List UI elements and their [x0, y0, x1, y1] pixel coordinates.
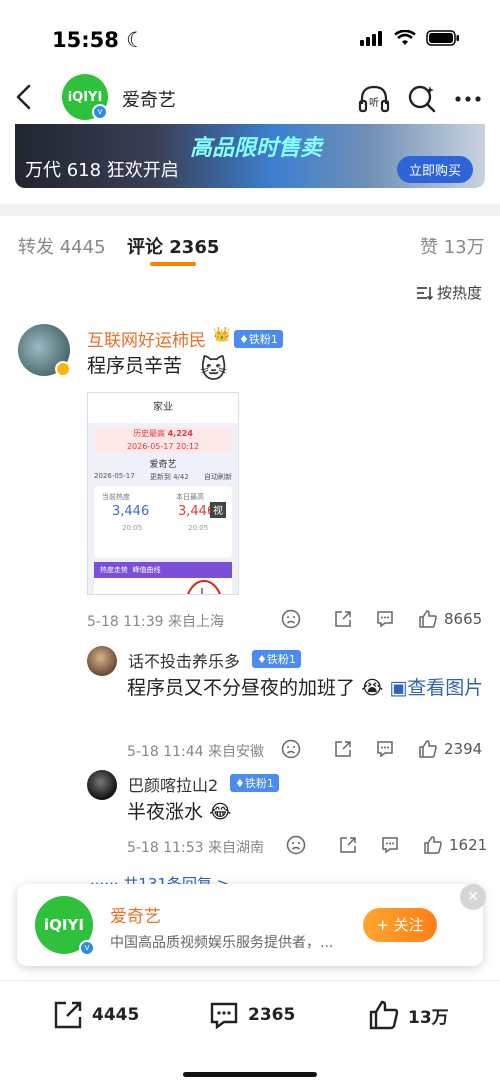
- sort-by-heat-button[interactable]: 按热度: [415, 282, 482, 303]
- banner-left-text: 万代 618 狂欢开启: [25, 160, 179, 181]
- comment-icon: [210, 1002, 238, 1030]
- comment-icon: [382, 837, 398, 854]
- reply-username[interactable]: 巴颜喀拉山2: [128, 772, 218, 796]
- share-button[interactable]: [338, 835, 358, 855]
- reply-content: 程序员又不分昼夜的加班了 😭 ▣查看图片: [127, 677, 484, 699]
- listen-button[interactable]: 听: [357, 82, 391, 116]
- share-icon: [335, 741, 351, 757]
- commenter-name[interactable]: 互联网好运柿民: [87, 326, 206, 351]
- sort-icon: [416, 286, 433, 300]
- home-indicator: [183, 1072, 317, 1077]
- share-icon: [340, 837, 356, 853]
- reply-button[interactable]: [375, 739, 395, 759]
- image-chart-tabs: 热度走势 峰值曲线: [94, 562, 232, 578]
- reply-content: 半夜涨水 😂: [127, 801, 232, 823]
- reply-avatar[interactable]: [87, 770, 117, 800]
- like-count-button[interactable]: 13万: [368, 999, 449, 1031]
- thumbs-up-icon: [419, 740, 437, 758]
- image-page-title: 家业: [88, 393, 238, 423]
- reply-button[interactable]: [380, 835, 400, 855]
- tab-reposts[interactable]: 转发 4445: [18, 233, 106, 259]
- cat-sticker-icon: 🐱: [200, 355, 228, 385]
- tab-likes[interactable]: 赞 13万: [420, 233, 485, 259]
- promo-account-name: 爱奇艺: [110, 907, 161, 927]
- image-record-box: 历史最高 4,224 2026-05-17 20:12: [94, 427, 232, 453]
- crown-icon: 👑: [213, 327, 231, 343]
- more-button[interactable]: [452, 82, 486, 116]
- share-icon: [335, 611, 351, 627]
- share-button[interactable]: [333, 739, 353, 759]
- crying-emoji-icon: 😭: [361, 677, 384, 699]
- status-time: 15:58 ☾: [52, 28, 145, 52]
- dislike-button[interactable]: [286, 835, 306, 855]
- fan-badge: ♦铁粉1: [252, 650, 301, 668]
- promo-banner[interactable]: 万代 618 狂欢开启 高品限时售卖 立即购买: [15, 124, 485, 188]
- thumbs-up-icon: [419, 610, 437, 628]
- close-icon: ✕: [467, 889, 479, 905]
- laughing-emoji-icon: 😂: [209, 801, 232, 823]
- close-promo-button[interactable]: ✕: [460, 884, 486, 910]
- view-image-link[interactable]: ▣查看图片: [389, 677, 483, 699]
- signal-icon: [360, 31, 382, 46]
- search-icon: [408, 85, 436, 113]
- tab-comments[interactable]: 评论 2365: [127, 233, 219, 259]
- more-dots-icon: [455, 96, 481, 102]
- watermark-icon: 视: [210, 502, 226, 518]
- comment-time: 5-18 11:39 来自上海: [87, 614, 225, 630]
- wifi-icon: [394, 30, 416, 45]
- reply-button[interactable]: [375, 609, 395, 629]
- fan-badge: ♦铁粉1: [230, 774, 279, 792]
- comment-image[interactable]: 家业 历史最高 4,224 2026-05-17 20:12 爱奇艺 2026-…: [87, 392, 239, 595]
- banner-middle-text: 高品限时售卖: [190, 136, 323, 161]
- comment-count-button[interactable]: 2365: [208, 999, 295, 1031]
- user-badge-icon: [55, 361, 71, 377]
- reply-avatar[interactable]: [87, 646, 117, 676]
- like-button[interactable]: 8665: [418, 609, 482, 629]
- search-button[interactable]: [405, 82, 439, 116]
- dislike-button[interactable]: [281, 739, 301, 759]
- bottom-action-bar: 4445 2365 13万: [0, 980, 500, 1087]
- comment-content: 程序员辛苦: [87, 355, 183, 377]
- battery-icon: [426, 30, 459, 46]
- repost-icon: [54, 1001, 82, 1029]
- verified-icon: v: [79, 940, 95, 956]
- thumbs-up-icon: [424, 836, 442, 854]
- like-button[interactable]: 2394: [418, 739, 482, 759]
- sad-face-icon: [281, 739, 301, 759]
- image-app-name: 爱奇艺: [149, 460, 177, 470]
- thumbs-up-icon: [369, 1000, 399, 1030]
- image-chart: [94, 578, 232, 594]
- status-icons: [360, 30, 460, 46]
- moon-icon: ☾: [126, 28, 145, 52]
- account-name[interactable]: 爱奇艺: [122, 86, 176, 112]
- comment-icon: [377, 741, 393, 758]
- comment-icon: [377, 611, 393, 628]
- verified-icon: v: [92, 104, 108, 120]
- buy-now-button[interactable]: 立即购买: [396, 156, 473, 183]
- image-stats-card: 当前热度 3,446 20:05 本日最高 3,446 20:05 视: [94, 486, 232, 558]
- share-button[interactable]: [333, 609, 353, 629]
- reply-username[interactable]: 话不投击养乐多: [128, 648, 240, 672]
- sad-face-icon: [281, 609, 301, 629]
- promo-description: 中国高品质视频娱乐服务提供者，...: [110, 935, 334, 951]
- active-tab-indicator: [150, 262, 196, 266]
- chevron-left-icon: [16, 84, 31, 110]
- section-divider: [0, 204, 500, 216]
- like-count: 8665: [444, 610, 483, 628]
- follow-button[interactable]: + 关注: [363, 908, 437, 942]
- follow-promo-card[interactable]: iQIYI v 爱奇艺 中国高品质视频娱乐服务提供者，... + 关注: [17, 884, 483, 966]
- dislike-button[interactable]: [281, 609, 301, 629]
- sad-face-icon: [286, 835, 306, 855]
- back-button[interactable]: [10, 82, 40, 112]
- repost-button[interactable]: 4445: [52, 999, 139, 1031]
- reply-time: 5-18 11:44 来自安徽: [127, 744, 265, 760]
- like-count: 1621: [449, 836, 488, 854]
- image-date-row: 2026-05-17 更新到 4/42 自动刷新: [94, 472, 232, 481]
- like-button[interactable]: 1621: [423, 835, 487, 855]
- like-count: 2394: [444, 740, 483, 758]
- svg-text:听: 听: [369, 97, 379, 109]
- fan-badge: ♦铁粉1: [234, 330, 283, 348]
- reply-time: 5-18 11:53 来自湖南: [127, 840, 265, 856]
- headphones-icon: 听: [358, 85, 390, 113]
